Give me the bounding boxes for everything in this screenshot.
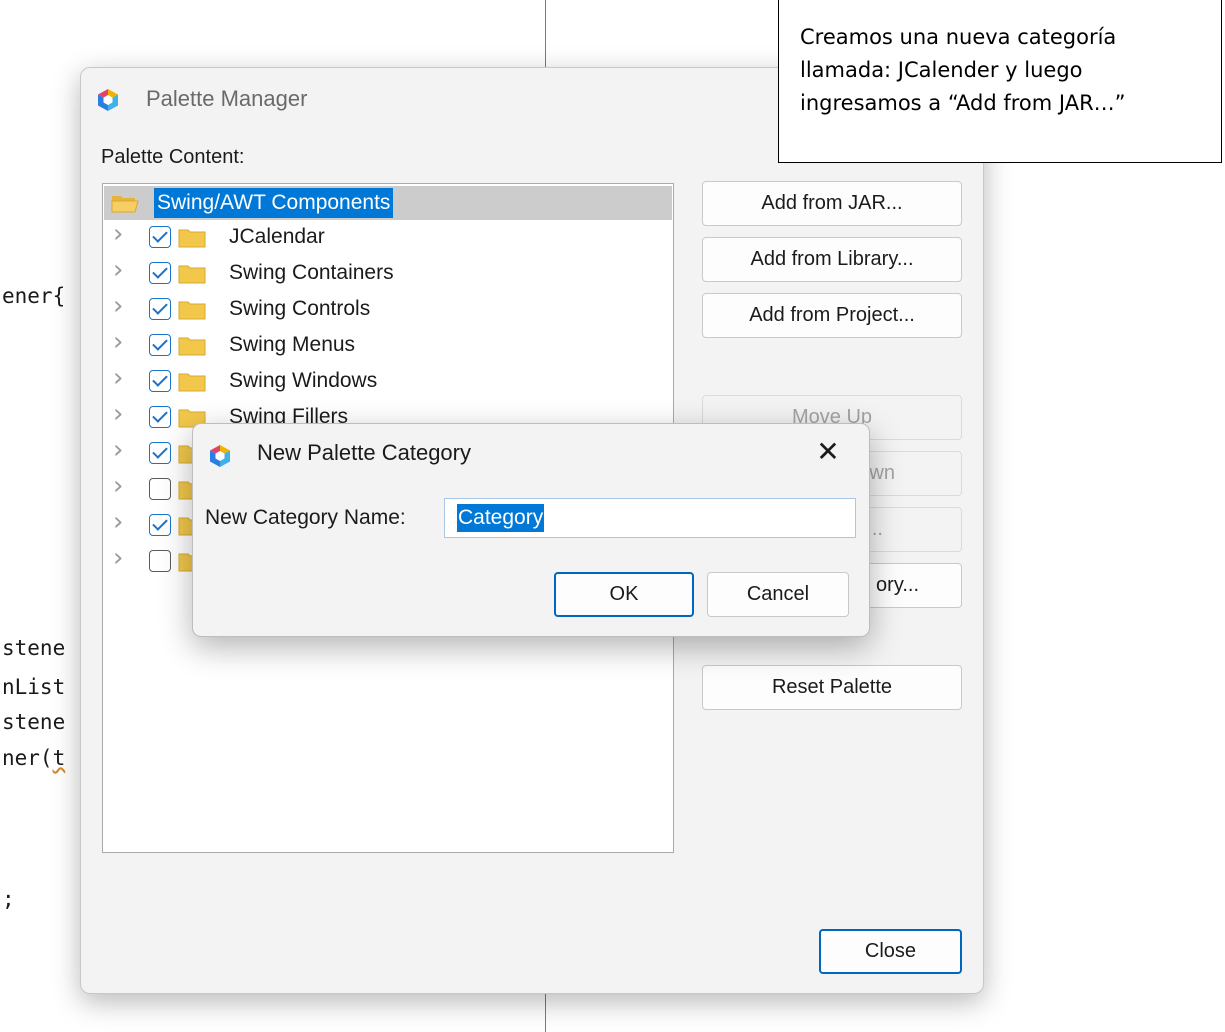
tree-item-label: Swing Menus — [229, 333, 356, 356]
cancel-button[interactable]: Cancel — [707, 572, 849, 617]
chevron-right-icon[interactable]: › — [113, 507, 123, 537]
open-folder-icon — [111, 196, 139, 213]
category-checkbox[interactable] — [149, 226, 171, 248]
category-checkbox[interactable] — [149, 298, 171, 320]
tree-item[interactable]: › JCalendar — [103, 219, 673, 257]
netbeans-logo-icon — [98, 89, 118, 111]
palette-content-label: Palette Content: — [101, 146, 245, 168]
category-checkbox[interactable] — [149, 262, 171, 284]
chevron-right-icon[interactable]: › — [113, 435, 123, 465]
code-line: ener{ — [2, 284, 66, 308]
chevron-right-icon[interactable]: › — [113, 291, 123, 321]
code-line: stene — [2, 636, 66, 660]
folder-icon — [178, 229, 206, 248]
folder-icon — [178, 337, 206, 356]
add-from-jar-button[interactable]: Add from JAR... — [702, 181, 962, 226]
category-checkbox[interactable] — [149, 334, 171, 356]
category-name-input[interactable]: Category — [444, 498, 856, 538]
category-checkbox[interactable] — [149, 406, 171, 428]
category-checkbox[interactable] — [149, 478, 171, 500]
tree-item[interactable]: › Swing Containers — [103, 255, 673, 293]
tree-root-label: Swing/AWT Components — [154, 188, 394, 218]
tree-root-swing-awt[interactable]: Swing/AWT Components — [104, 186, 672, 220]
add-from-project-button[interactable]: Add from Project... — [702, 293, 962, 338]
netbeans-logo-icon — [210, 445, 230, 467]
tree-item-label: Swing Windows — [229, 369, 378, 392]
chevron-right-icon[interactable]: › — [113, 543, 123, 573]
chevron-right-icon[interactable]: › — [113, 219, 123, 249]
tree-item-label: Swing Controls — [229, 297, 371, 320]
close-button[interactable]: Close — [819, 929, 962, 974]
editor-margin-line-bottom — [545, 992, 546, 1032]
category-checkbox[interactable] — [149, 370, 171, 392]
tree-item-label: JCalendar — [229, 225, 325, 248]
code-line: ner(t — [2, 746, 66, 770]
window-title: Palette Manager — [146, 86, 308, 111]
ok-button[interactable]: OK — [554, 572, 694, 617]
add-from-library-button[interactable]: Add from Library... — [702, 237, 962, 282]
category-checkbox[interactable] — [149, 442, 171, 464]
code-line: stene — [2, 710, 66, 734]
code-line: nList — [2, 675, 66, 699]
reset-palette-button[interactable]: Reset Palette — [702, 665, 962, 710]
new-palette-category-dialog: New Palette Category ✕ New Category Name… — [192, 423, 870, 637]
instruction-annotation: Creamos una nueva categoría llamada: JCa… — [778, 0, 1222, 163]
category-checkbox[interactable] — [149, 550, 171, 572]
folder-icon — [178, 301, 206, 320]
close-icon[interactable]: ✕ — [811, 436, 845, 470]
folder-icon — [178, 265, 206, 284]
chevron-right-icon[interactable]: › — [113, 471, 123, 501]
code-line: ; — [2, 887, 15, 911]
chevron-right-icon[interactable]: › — [113, 327, 123, 357]
category-name-value: Category — [457, 504, 545, 532]
tree-item[interactable]: › Swing Menus — [103, 327, 673, 365]
category-checkbox[interactable] — [149, 514, 171, 536]
chevron-right-icon[interactable]: › — [113, 255, 123, 285]
category-name-label: New Category Name: — [205, 506, 406, 529]
tree-item[interactable]: › Swing Windows — [103, 363, 673, 401]
tree-item[interactable]: › Swing Controls — [103, 291, 673, 329]
dialog-title: New Palette Category — [257, 440, 471, 465]
folder-icon — [178, 373, 206, 392]
chevron-right-icon[interactable]: › — [113, 363, 123, 393]
chevron-right-icon[interactable]: › — [113, 399, 123, 429]
tree-item-label: Swing Containers — [229, 261, 394, 284]
editor-margin-line-top — [545, 0, 546, 67]
